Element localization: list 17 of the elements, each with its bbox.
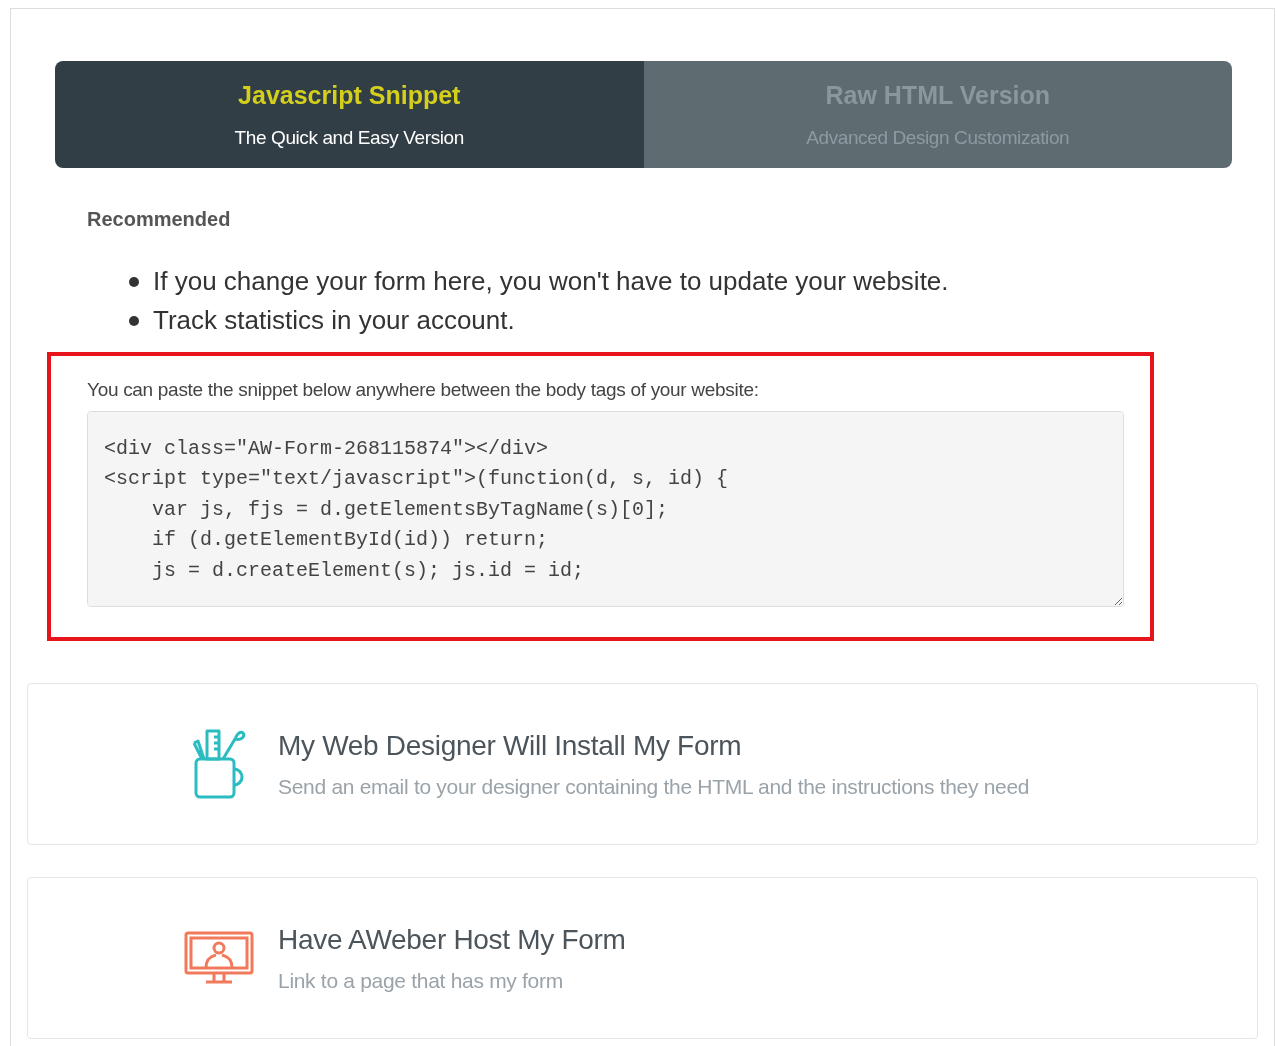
bullet-icon xyxy=(129,276,139,287)
snippet-label: You can paste the snippet below anywhere between the body tags of your website: xyxy=(87,378,760,402)
tab-subtitle: The Quick and Easy Version xyxy=(234,126,464,150)
install-option-card[interactable]: My Web Designer Will Install My Form Send an email to your designer containing the HTML and the instructions they need xyxy=(27,682,1258,845)
recommended-label: Recommended xyxy=(87,207,232,232)
code-snippet-field[interactable]: <div class="AW-Form-268115874"></div> <script type="text/javascript">(function(d, s, id) { var js, fjs = d.getElementsByTagName(s)[0]; if (d.getElementById(id)) return; js = d.createElement(s); js.id = id; xyxy=(87,410,1124,607)
benefit-text: Track statistics in your account. xyxy=(153,304,515,337)
benefit-text: If you change your form here, you won't have to update your website. xyxy=(153,265,949,298)
option-description: Send an email to your designer containing the HTML and the instructions they need xyxy=(278,773,1030,800)
bullet-icon xyxy=(129,315,139,326)
monitor-person-icon xyxy=(184,930,254,985)
option-title: Have AWeber Host My Form xyxy=(278,922,626,957)
tab-title: Javascript Snippet xyxy=(238,79,461,111)
install-option-card[interactable]: Have AWeber Host My Form Link to a page that has my form xyxy=(27,876,1258,1039)
tab[interactable]: Javascript Snippet The Quick and Easy Version xyxy=(55,61,644,168)
option-description: Link to a page that has my form xyxy=(278,967,564,994)
option-title: My Web Designer Will Install My Form xyxy=(278,728,743,763)
